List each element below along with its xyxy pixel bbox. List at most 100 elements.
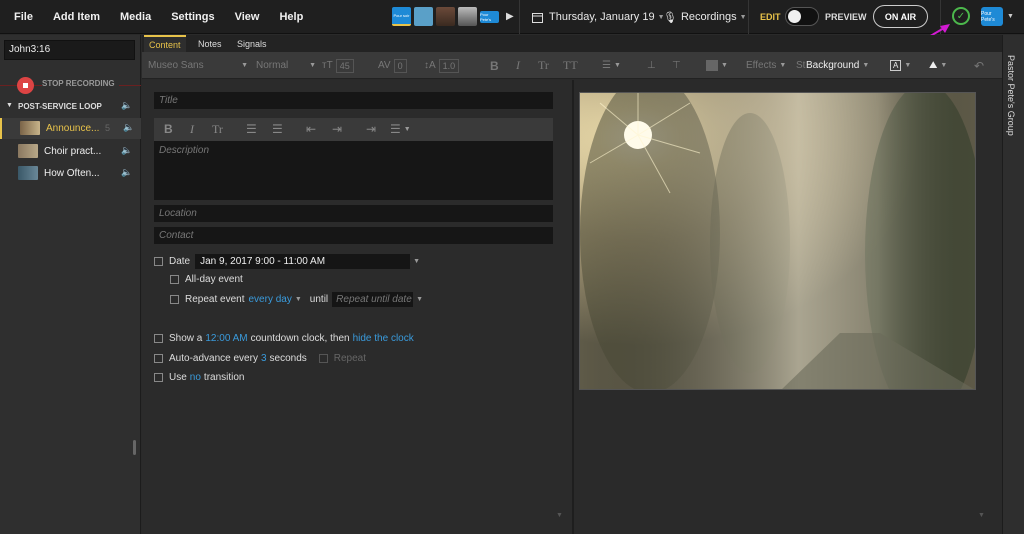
all-caps-icon[interactable]: TT <box>563 52 578 79</box>
all-day-checkbox[interactable] <box>170 275 179 284</box>
thumb-person-icon[interactable] <box>414 7 433 26</box>
playlist-header[interactable]: ▼ POST-SERVICE LOOP 🔈 <box>0 99 141 115</box>
countdown-label: countdown clock, then <box>250 333 350 344</box>
scroll-down-icon[interactable]: ▼ <box>978 512 985 519</box>
date-range-input[interactable]: Jan 9, 2017 9:00 - 11:00 AM <box>195 254 411 269</box>
countdown-label: Show a <box>169 333 203 344</box>
thumb-grayscale[interactable] <box>458 7 477 26</box>
line-height-field[interactable]: ↕A 1.0 <box>424 52 460 79</box>
stop-recording-button[interactable]: STOP RECORDING <box>0 75 141 95</box>
chevron-down-icon[interactable]: ▼ <box>295 296 302 303</box>
scrollbar[interactable] <box>133 440 136 455</box>
repeat-frequency-link[interactable]: every day <box>249 294 292 305</box>
edit-label[interactable]: EDIT <box>760 12 781 22</box>
countdown-checkbox[interactable] <box>154 334 163 343</box>
line-height-value[interactable]: 1.0 <box>438 58 460 73</box>
date-selector[interactable]: Thursday, January 19 ▼ <box>532 0 665 34</box>
location-input[interactable]: Location <box>154 205 553 222</box>
menu-view[interactable]: View <box>235 11 260 23</box>
text-box-icon[interactable]: A ▼ <box>890 52 911 79</box>
chevron-down-icon: ▼ <box>403 126 411 133</box>
outdent-icon[interactable]: ⇤ <box>306 122 316 136</box>
fill-color-select[interactable]: ▼ <box>706 52 728 79</box>
speaker-icon[interactable]: 🔈 <box>121 145 132 156</box>
more-format-icon[interactable]: ☰ ▼ <box>390 122 411 136</box>
chevron-down-icon[interactable]: ▼ <box>416 296 423 303</box>
styles-select[interactable]: St <box>796 52 805 79</box>
small-caps-icon[interactable]: Tr <box>538 52 549 79</box>
thumb-portrait[interactable] <box>436 7 455 26</box>
align-left-icon[interactable]: ☰ ▼ <box>602 52 621 79</box>
menu-help[interactable]: Help <box>279 11 303 23</box>
list-item[interactable]: Announce... 5 🔈 <box>0 118 141 139</box>
tab-notes[interactable]: Notes <box>193 35 227 52</box>
chevron-down-icon[interactable]: ▼ <box>1007 13 1014 20</box>
advance-seconds-link[interactable]: 3 <box>261 353 267 364</box>
bullet-list-icon[interactable]: ☰ <box>246 122 257 136</box>
indent-icon[interactable]: ⇥ <box>332 122 342 136</box>
slide-preview-image[interactable] <box>579 92 976 390</box>
menu-media[interactable]: Media <box>120 11 151 23</box>
edit-preview-toggle[interactable] <box>785 7 819 26</box>
scroll-down-icon[interactable]: ▼ <box>556 512 563 519</box>
letter-spacing-value[interactable]: 0 <box>393 58 407 73</box>
menu-settings[interactable]: Settings <box>171 11 214 23</box>
countdown-row: Show a 12:00 AM countdown clock, then hi… <box>154 333 414 344</box>
list-item[interactable]: Choir pract... 🔈 <box>0 141 141 162</box>
menu-add-item[interactable]: Add Item <box>53 11 100 23</box>
valign-center-icon[interactable]: ⊥ <box>647 52 656 79</box>
speaker-icon[interactable]: 🔈 <box>121 167 132 178</box>
countdown-time-link[interactable]: 12:00 AM <box>205 333 247 344</box>
italic-icon[interactable]: I <box>516 52 520 79</box>
description-format-toolbar: B I Tr ☰ ☰ ⇤ ⇥ ⇥ ☰ ▼ <box>154 118 553 141</box>
bold-icon[interactable]: B <box>490 52 499 79</box>
contact-input[interactable]: Contact <box>154 227 553 244</box>
repeat-checkbox[interactable] <box>170 295 179 304</box>
description-input[interactable]: Description <box>154 141 553 200</box>
bold-icon[interactable]: B <box>164 122 173 136</box>
sync-status-check-icon[interactable]: ✓ <box>952 7 970 25</box>
collapse-triangle-icon[interactable]: ▼ <box>6 102 13 109</box>
item-thumbnail <box>18 166 38 180</box>
font-weight-select[interactable]: Normal ▼ <box>256 52 316 79</box>
insert-icon[interactable]: ⇥ <box>366 122 376 136</box>
valign-top-icon[interactable]: ⊤ <box>672 52 681 79</box>
date-checkbox[interactable] <box>154 257 163 266</box>
play-icon[interactable]: ▶ <box>506 11 514 22</box>
background-select[interactable]: Background ▼ <box>806 52 869 79</box>
letter-spacing-field[interactable]: AV 0 <box>378 52 407 79</box>
item-name: How Often... <box>44 168 100 179</box>
tab-signals[interactable]: Signals <box>232 35 272 52</box>
menu-file[interactable]: File <box>14 11 33 23</box>
effects-select[interactable]: Effects ▼ <box>746 52 786 79</box>
thumb-pour-petes[interactable]: Pour Pete's <box>480 10 499 23</box>
numbered-list-icon[interactable]: ☰ <box>272 122 283 136</box>
tab-content[interactable]: Content <box>144 35 186 52</box>
recordings-selector[interactable]: 🎙 Recordings ▼ <box>663 0 747 34</box>
hide-clock-link[interactable]: hide the clock <box>353 333 414 344</box>
auto-advance-checkbox[interactable] <box>154 354 163 363</box>
preview-label[interactable]: PREVIEW <box>825 12 867 22</box>
repeat-advance-checkbox[interactable] <box>318 354 328 363</box>
account-avatar[interactable]: Pour Pete's <box>981 7 1003 26</box>
font-size-field[interactable]: ᴛT 45 <box>322 52 354 79</box>
thumb-pour-soir[interactable]: Pour soir <box>392 7 411 26</box>
title-input[interactable]: Title <box>154 92 553 109</box>
speaker-icon[interactable]: 🔈 <box>121 100 132 111</box>
transition-checkbox[interactable] <box>154 373 163 382</box>
font-size-value[interactable]: 45 <box>335 58 354 73</box>
repeat-until-input[interactable]: Repeat until date <box>332 292 414 307</box>
list-item[interactable]: How Often... 🔈 <box>0 163 141 184</box>
transition-link[interactable]: no <box>190 372 201 383</box>
font-family-select[interactable]: Museo Sans ▼ <box>148 52 248 79</box>
bible-reference-input[interactable]: John3:16 <box>4 40 135 60</box>
group-rail[interactable]: Pastor Pete's Group <box>1002 35 1024 534</box>
small-caps-icon[interactable]: Tr <box>212 122 223 137</box>
font-family-label: Museo Sans <box>148 60 204 71</box>
background-label: Background <box>806 60 860 71</box>
speaker-icon[interactable]: 🔈 <box>123 122 134 133</box>
undo-icon[interactable]: ↶ <box>974 52 984 79</box>
chevron-down-icon[interactable]: ▼ <box>413 258 420 265</box>
italic-icon[interactable]: I <box>190 122 194 137</box>
image-icon[interactable]: ⛰ ▼ <box>929 52 947 79</box>
